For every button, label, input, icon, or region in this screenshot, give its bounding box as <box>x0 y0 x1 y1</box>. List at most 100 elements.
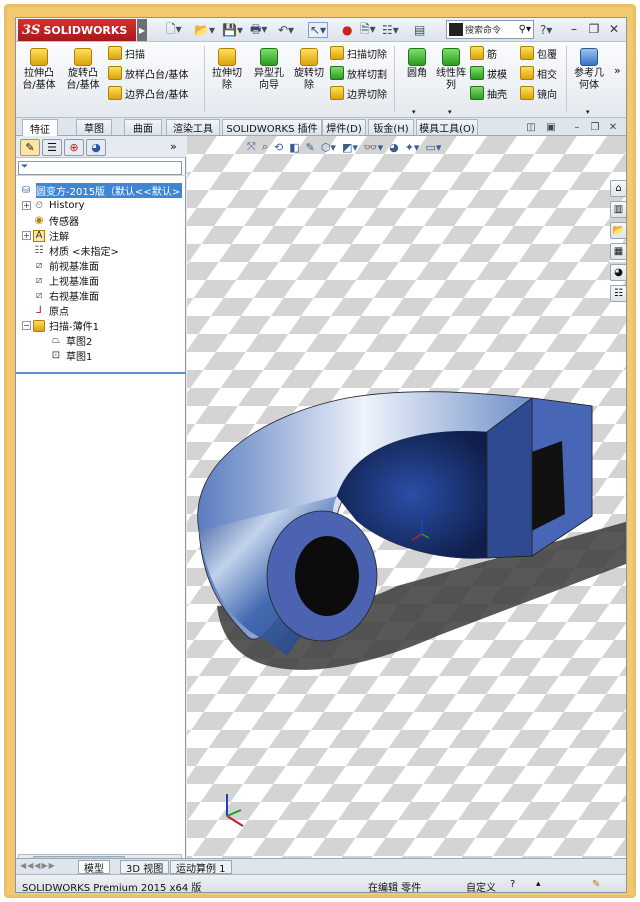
edit-appearance-icon[interactable]: ◕ <box>389 141 399 154</box>
mirror-button[interactable]: 镜向 <box>520 84 557 102</box>
intersect-button[interactable]: 相交 <box>520 64 557 82</box>
doc-minimize-icon[interactable]: – <box>570 120 584 134</box>
fillet-dropdown-icon[interactable]: ▾ <box>412 108 416 116</box>
collapse-icon[interactable]: − <box>22 321 31 330</box>
tree-item-front-plane[interactable]: ⧄ 前视基准面 <box>33 258 99 273</box>
file-explorer-icon[interactable]: 📂 <box>610 222 626 239</box>
tab-motion-study[interactable]: 运动算例 1 <box>170 860 232 875</box>
tab-render-tools[interactable]: 渲染工具 <box>166 119 220 135</box>
tree-item-material[interactable]: ☷ 材质 <未指定> <box>33 243 119 258</box>
options-icon[interactable]: ☷▾ <box>382 22 399 38</box>
rib-button[interactable]: 筋 <box>470 44 497 62</box>
graphics-area[interactable]: ⤧ ⌕ ⟲ ◧ ✎ ⬡▾ ◩▾ 👓▾ ◕ ✦▾ ▭▾ ⌂ ▥ 📂 ▦ ◕ ☷ <box>187 136 626 858</box>
extrude-cut-button[interactable]: 拉伸切 除 <box>206 48 248 92</box>
status-expand-icon[interactable]: ▴ <box>536 879 541 889</box>
tree-item-right-plane[interactable]: ⧄ 右视基准面 <box>33 288 99 303</box>
feature-manager-tab-icon[interactable]: ✎ <box>20 139 40 156</box>
view-palette-icon[interactable]: ▦ <box>610 243 626 260</box>
reference-dropdown-icon[interactable]: ▾ <box>586 108 590 116</box>
split-view-icon[interactable]: ▣ <box>544 120 558 134</box>
tab-sheet-metal[interactable]: 钣金(H) <box>368 119 414 135</box>
linear-pattern-button[interactable]: 线性阵 列 <box>430 48 472 92</box>
solidworks-logo[interactable]: 3S SOLIDWORKS <box>18 19 136 41</box>
tree-item-sketch2[interactable]: ⏢ 草图2 <box>50 333 92 348</box>
tab-surfaces[interactable]: 曲面 <box>124 119 162 135</box>
open-folder-icon[interactable]: 📂▾ <box>194 22 215 38</box>
apply-scene-icon[interactable]: ✦▾ <box>405 141 420 154</box>
tab-mold-tools[interactable]: 模具工具(O) <box>416 119 478 135</box>
tree-item-history[interactable]: + ⏲ History <box>22 198 85 213</box>
ribbon-more-icon[interactable]: » <box>614 64 621 77</box>
select-pointer-icon[interactable]: ↖▾ <box>308 22 329 38</box>
save-icon[interactable]: 💾▾ <box>222 22 243 38</box>
menu-expand-arrow-icon[interactable]: ▶ <box>137 19 147 41</box>
tree-item-top-plane[interactable]: ⧄ 上视基准面 <box>33 273 99 288</box>
file-properties-icon[interactable]: 🗎▾ <box>360 22 376 38</box>
minimize-icon[interactable]: – <box>566 21 582 37</box>
units-selector[interactable]: 自定义 <box>466 879 496 892</box>
sweep-button[interactable]: 扫描 <box>108 44 145 62</box>
loft-boss-button[interactable]: 放样凸台/基体 <box>108 64 188 82</box>
search-commands-field[interactable]: 搜索命令 ⚲▾ <box>446 20 534 39</box>
display-manager-tab-icon[interactable]: ◕ <box>86 139 106 156</box>
search-icon[interactable]: ⚲▾ <box>519 24 533 35</box>
expand-icon[interactable]: + <box>22 231 31 240</box>
doc-restore-icon[interactable]: ❐ <box>588 120 602 134</box>
loft-cut-button[interactable]: 放样切割 <box>330 64 387 82</box>
hole-wizard-button[interactable]: 异型孔 向导 <box>248 48 290 92</box>
previous-view-icon[interactable]: ⟲ <box>274 141 283 154</box>
extrude-boss-button[interactable]: 拉伸凸 台/基体 <box>18 48 60 92</box>
tree-filter-field[interactable]: ⏷ <box>18 161 182 175</box>
tab-3d-views[interactable]: 3D 视图 <box>120 860 170 875</box>
boundary-cut-button[interactable]: 边界切除 <box>330 84 387 102</box>
rebuild-traffic-light-icon[interactable]: ● <box>342 22 352 38</box>
tree-item-origin[interactable]: ⅃ 原点 <box>33 303 69 318</box>
boundary-boss-button[interactable]: 边界凸台/基体 <box>108 84 188 102</box>
tree-item-sketch1[interactable]: ⊡ 草图1 <box>50 348 93 363</box>
shell-button[interactable]: 抽壳 <box>470 84 507 102</box>
view-orientation-icon[interactable]: ⬡▾ <box>321 141 336 154</box>
home-icon[interactable]: ⌂ <box>610 180 626 197</box>
help-icon[interactable]: ?▾ <box>540 22 552 38</box>
doc-close-icon[interactable]: ✕ <box>606 120 620 134</box>
new-document-icon[interactable]: 🗋▾ <box>166 22 182 38</box>
design-library-icon[interactable]: ▥ <box>610 201 626 218</box>
tab-model[interactable]: 模型 <box>78 860 110 875</box>
pattern-dropdown-icon[interactable]: ▾ <box>448 108 452 116</box>
revolve-cut-button[interactable]: 旋转切 除 <box>288 48 330 92</box>
tab-features[interactable]: 特征 <box>22 119 58 136</box>
tree-item-sweep-thin[interactable]: − 扫描-薄件1 <box>22 318 99 333</box>
expand-icon[interactable]: + <box>22 201 31 210</box>
status-help[interactable]: ? <box>510 879 515 890</box>
wrap-button[interactable]: 包覆 <box>520 44 557 62</box>
dynamic-annotation-icon[interactable]: ✎ <box>306 141 315 154</box>
tab-weldments[interactable]: 焊件(D) <box>322 119 366 135</box>
tree-item-sensors[interactable]: ◉ 传感器 <box>33 213 79 228</box>
panel-expand-icon[interactable]: » <box>170 140 177 153</box>
configuration-manager-tab-icon[interactable]: ⊕ <box>64 139 84 156</box>
tab-addins[interactable]: SOLIDWORKS 插件 <box>222 119 322 135</box>
panel-toggle-icon[interactable]: ▤ <box>414 22 425 38</box>
section-view-icon[interactable]: ◧ <box>289 141 299 154</box>
custom-properties-icon[interactable]: ☷ <box>610 285 626 302</box>
zoom-to-fit-icon[interactable]: ⤧ <box>247 140 256 154</box>
tile-icon[interactable]: ◫ <box>524 120 538 134</box>
revolve-boss-button[interactable]: 旋转凸 台/基体 <box>62 48 104 92</box>
display-style-icon[interactable]: ◩▾ <box>342 141 358 154</box>
tab-sketch[interactable]: 草图 <box>76 119 112 135</box>
print-icon[interactable]: 🖶▾ <box>250 22 267 38</box>
tree-item-annotations[interactable]: + A 注解 <box>22 228 69 243</box>
reference-geometry-button[interactable]: 参考几 何体 <box>568 48 610 92</box>
view-settings-icon[interactable]: ▭▾ <box>425 141 441 154</box>
hide-show-items-icon[interactable]: 👓▾ <box>364 141 383 154</box>
appearances-icon[interactable]: ◕ <box>610 264 626 281</box>
property-manager-tab-icon[interactable]: ☰ <box>42 139 62 156</box>
undo-icon[interactable]: ↶▾ <box>278 22 294 38</box>
tab-scroll-arrows-icon[interactable]: ◀◀◀▶▶ <box>20 861 56 870</box>
rebuild-status-icon[interactable]: ✎ <box>592 879 600 890</box>
close-icon[interactable]: ✕ <box>606 21 622 37</box>
zoom-area-icon[interactable]: ⌕ <box>262 140 268 154</box>
restore-icon[interactable]: ❐ <box>586 21 602 37</box>
tree-item-root[interactable]: ⛁ 圆变方-2015版（默认<<默认> <box>20 183 183 198</box>
sweep-cut-button[interactable]: 扫描切除 <box>330 44 387 62</box>
